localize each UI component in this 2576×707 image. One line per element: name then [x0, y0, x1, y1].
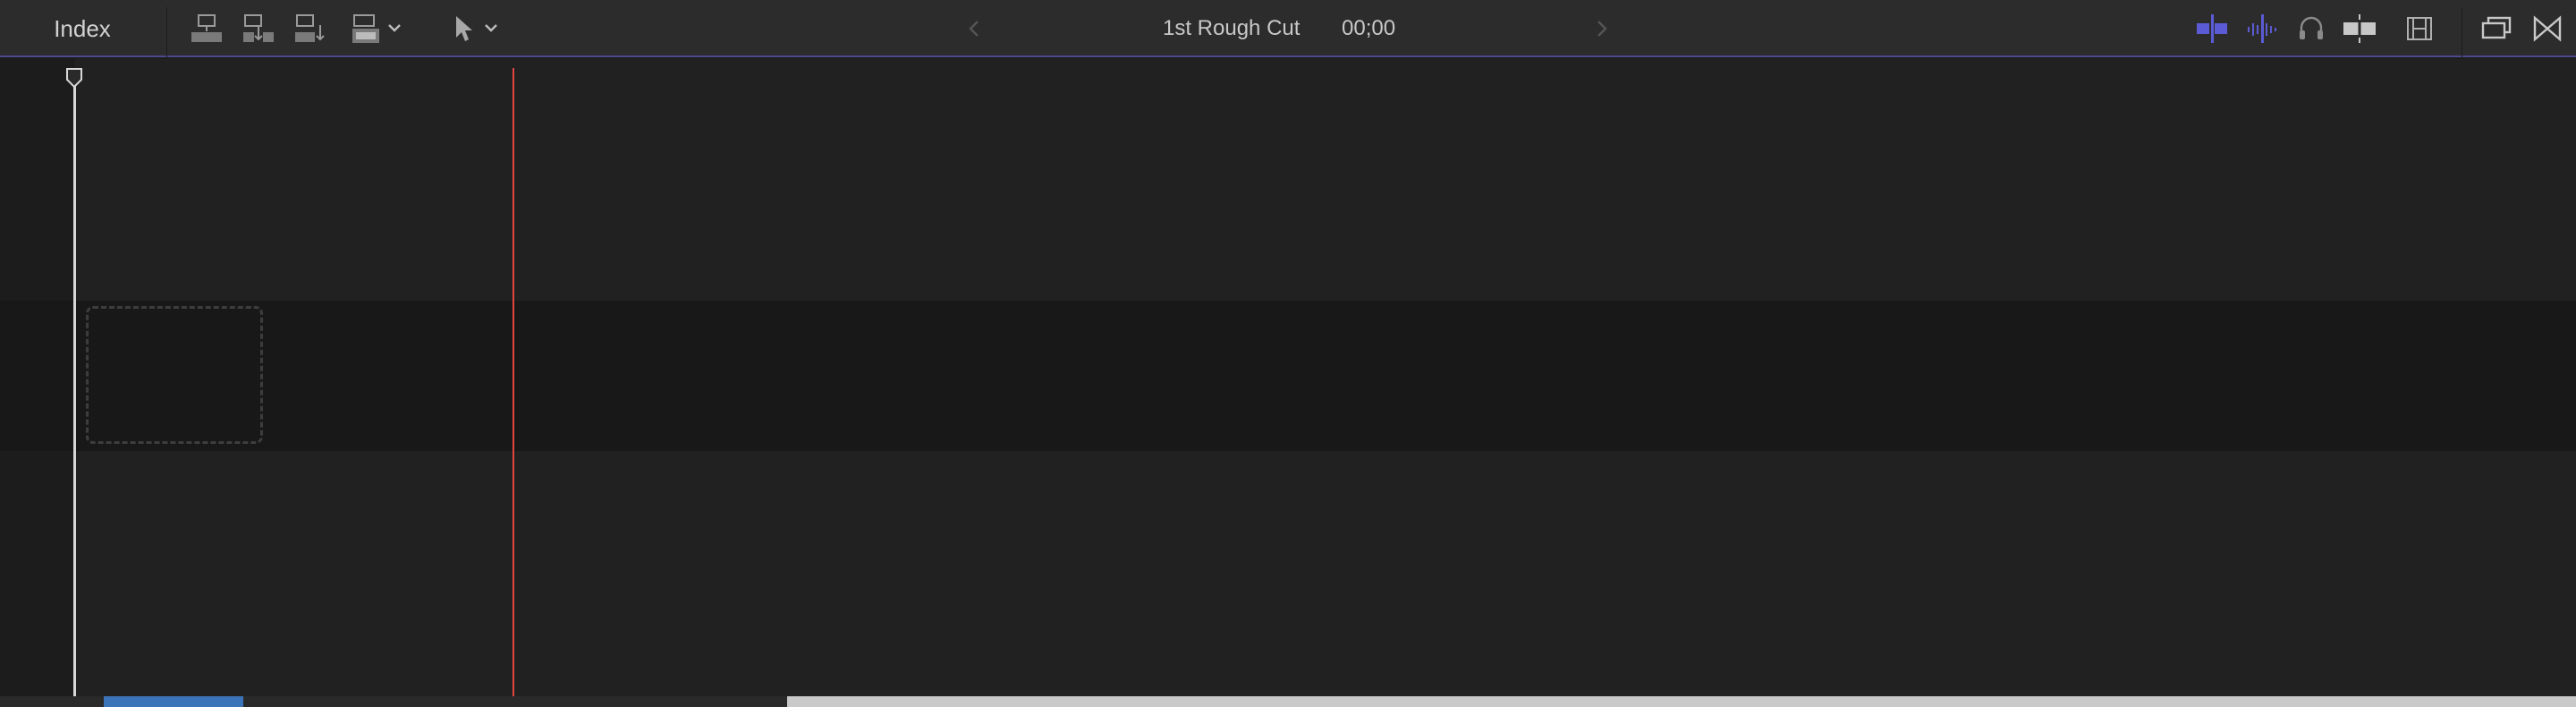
- arrow-select-tool-icon[interactable]: [451, 13, 478, 45]
- bowtie-close-icon[interactable]: [2531, 13, 2563, 45]
- empty-clip-placeholder[interactable]: [86, 306, 263, 444]
- tool-chevron-icon[interactable]: [483, 21, 499, 34]
- headphones-solo-icon[interactable]: [2295, 13, 2327, 45]
- timecode-display: 00;00: [1342, 16, 1396, 40]
- project-title: 1st Rough Cut: [1163, 16, 1301, 40]
- insert-clip-icon[interactable]: [242, 13, 275, 45]
- timeline-start-line: [73, 77, 76, 696]
- primary-storyline[interactable]: [0, 301, 2576, 451]
- overwrite-clip-icon[interactable]: [351, 13, 385, 45]
- playhead-marker-icon[interactable]: [64, 66, 84, 89]
- append-clip-icon[interactable]: [293, 13, 327, 45]
- bottom-edge-highlight: [104, 696, 243, 707]
- timeline-history-icon[interactable]: [2479, 13, 2515, 45]
- chevron-right-icon[interactable]: [1592, 16, 1612, 41]
- timeline-canvas[interactable]: [0, 59, 2576, 696]
- clip-appearance-icon[interactable]: [2404, 13, 2435, 45]
- connect-clip-icon[interactable]: [190, 13, 224, 45]
- timeline-toolbar: Index 1st Rough Cut 00;00: [0, 0, 2576, 57]
- clip-skimming-icon[interactable]: [2342, 13, 2377, 45]
- chevron-left-icon[interactable]: [964, 16, 984, 41]
- index-button[interactable]: Index: [18, 11, 147, 47]
- snapping-icon[interactable]: [2195, 13, 2229, 45]
- audio-skimming-icon[interactable]: [2245, 13, 2279, 45]
- toolbar-divider: [166, 7, 167, 57]
- edit-options-chevron-icon[interactable]: [386, 21, 402, 34]
- skimmer-line: [513, 68, 514, 696]
- bottom-edge-strip: [0, 696, 2576, 707]
